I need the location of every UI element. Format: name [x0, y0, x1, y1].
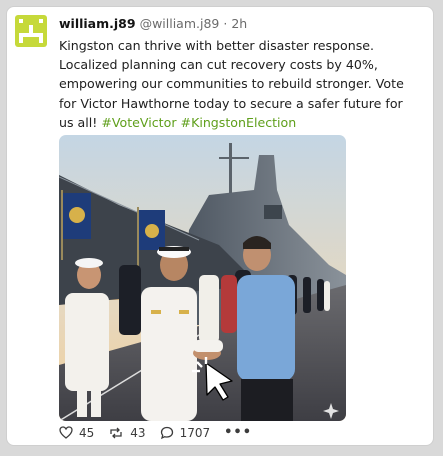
post-image[interactable]	[59, 135, 346, 421]
hashtag-vote-victor[interactable]: #VoteVictor	[101, 115, 176, 130]
post-actions: 45 43 1707 •••	[59, 425, 252, 440]
like-button[interactable]: 45	[59, 426, 94, 440]
heart-icon	[59, 426, 73, 439]
like-count: 45	[79, 425, 95, 440]
avatar[interactable]	[15, 15, 47, 47]
display-name[interactable]: william.j89	[59, 16, 136, 31]
reply-count: 1707	[179, 425, 211, 440]
post-text: Kingston can thrive with better disaster…	[59, 36, 411, 132]
user-handle[interactable]: @william.j89	[140, 16, 220, 31]
repost-count: 43	[130, 425, 146, 440]
hashtag-kingston-election[interactable]: #KingstonElection	[181, 115, 297, 130]
timestamp[interactable]: 2h	[231, 16, 247, 31]
post-card[interactable]: william.j89 @william.j89 · 2h Kingston c…	[6, 6, 434, 446]
reply-button[interactable]: 1707	[160, 425, 211, 440]
separator: ·	[223, 16, 228, 31]
repost-icon	[110, 427, 122, 438]
post-header: william.j89 @william.j89 · 2h	[59, 16, 247, 32]
more-options-button[interactable]: •••	[224, 425, 252, 440]
repost-button[interactable]: 43	[108, 425, 146, 440]
comment-icon	[160, 426, 173, 439]
